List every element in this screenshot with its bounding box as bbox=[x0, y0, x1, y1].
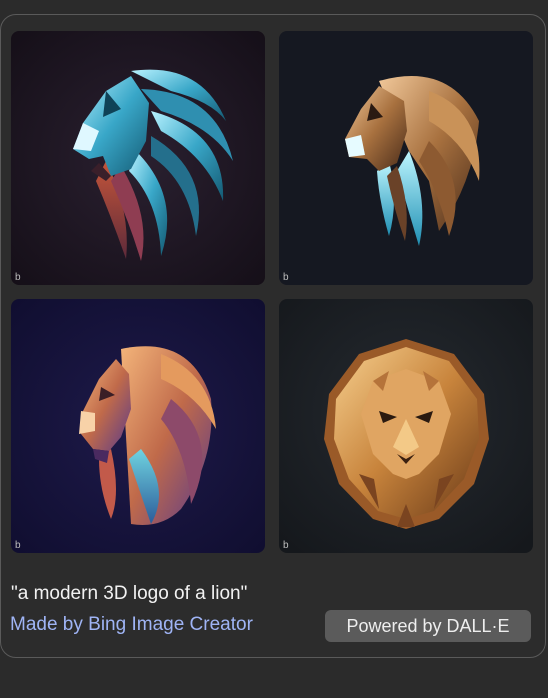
prompt-text: "a modern 3D logo of a lion" bbox=[11, 583, 248, 604]
lion-logo-sunset-image bbox=[11, 299, 265, 553]
watermark-icon: b bbox=[283, 272, 289, 283]
generated-image-4[interactable]: b bbox=[279, 299, 533, 553]
watermark-icon: b bbox=[15, 272, 21, 283]
lion-logo-bronze-image bbox=[279, 31, 533, 285]
watermark-icon: b bbox=[283, 540, 289, 551]
image-creator-card: b b b b "a modern 3D logo of a lion" bbox=[0, 14, 546, 658]
generated-image-2[interactable]: b bbox=[279, 31, 533, 285]
lion-logo-gold-image bbox=[279, 299, 533, 553]
made-by-bing-link[interactable]: Made by Bing Image Creator bbox=[10, 614, 253, 636]
lion-logo-teal-image bbox=[11, 31, 265, 285]
generated-image-3[interactable]: b bbox=[11, 299, 265, 553]
generated-image-1[interactable]: b bbox=[11, 31, 265, 285]
watermark-icon: b bbox=[15, 540, 21, 551]
powered-by-dalle-button[interactable]: Powered by DALL·E bbox=[325, 610, 531, 642]
